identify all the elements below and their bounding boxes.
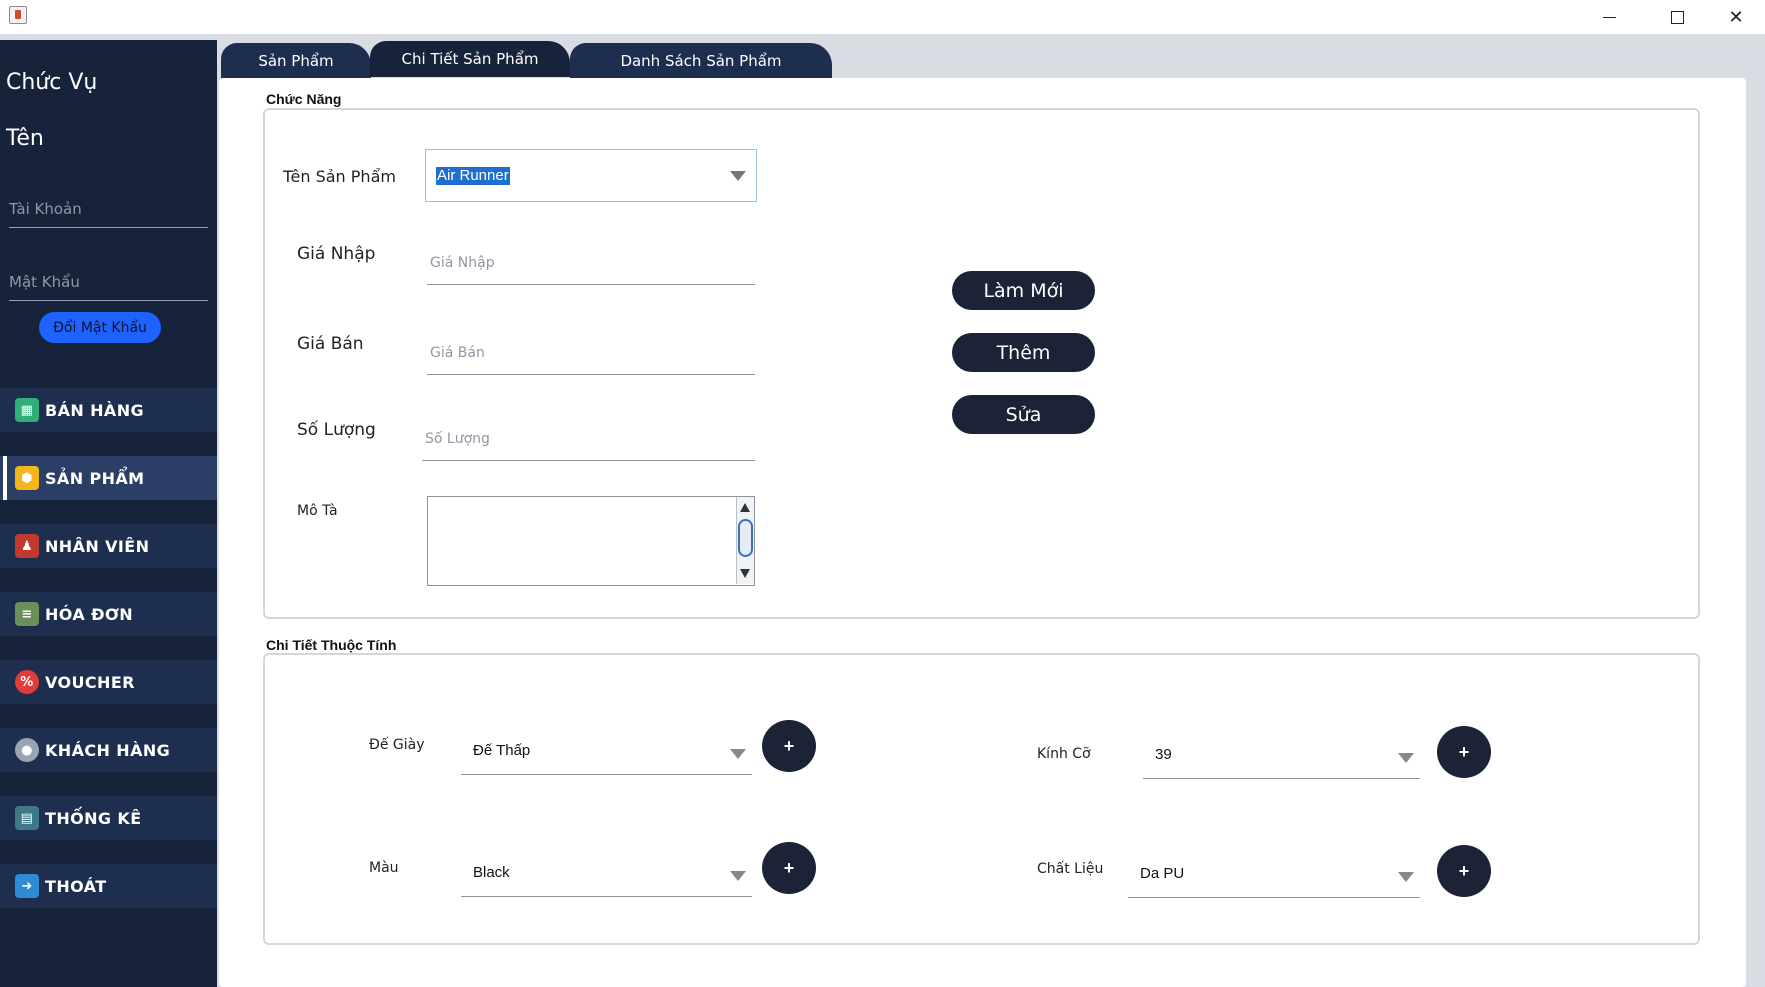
box-icon: ⬢ bbox=[15, 466, 39, 490]
tab-label: Sản Phẩm bbox=[258, 52, 334, 70]
sole-value: Đế Thấp bbox=[473, 742, 531, 759]
sidebar-item-label: THOÁT bbox=[45, 876, 107, 896]
close-icon: ✕ bbox=[1728, 6, 1744, 28]
statistics-icon: ▤ bbox=[15, 806, 39, 830]
size-value: 39 bbox=[1155, 746, 1172, 763]
sidebar-item-nhan-vien[interactable]: ♟ NHÂN VIÊN bbox=[0, 524, 217, 568]
invoice-icon: ≡ bbox=[15, 602, 39, 626]
sidebar-item-label: NHÂN VIÊN bbox=[45, 536, 150, 556]
sale-price-input[interactable]: Giá Bán bbox=[427, 333, 755, 375]
material-combobox[interactable]: Da PU bbox=[1128, 852, 1420, 898]
change-password-button[interactable]: Đổi Mật Khẩu bbox=[39, 312, 161, 343]
add-size-button[interactable]: + bbox=[1437, 726, 1491, 778]
material-label: Chất Liệu bbox=[1037, 861, 1104, 877]
maximize-icon bbox=[1670, 10, 1684, 24]
sidebar-item-label: KHÁCH HÀNG bbox=[45, 740, 171, 760]
sole-label: Đế Giày bbox=[369, 737, 425, 753]
product-name-combobox[interactable]: Air Runner bbox=[425, 149, 757, 202]
sidebar-item-label: SẢN PHẨM bbox=[45, 468, 145, 488]
tab-label: Chi Tiết Sản Phẩm bbox=[401, 50, 539, 68]
description-textarea[interactable] bbox=[427, 496, 755, 586]
import-price-label: Giá Nhập bbox=[297, 244, 376, 264]
sidebar-item-khach-hang[interactable]: ● KHÁCH HÀNG bbox=[0, 728, 217, 772]
tab-san-pham[interactable]: Sản Phẩm bbox=[221, 43, 371, 79]
add-button[interactable]: Thêm bbox=[952, 333, 1095, 372]
minimize-icon bbox=[1602, 16, 1616, 18]
sidebar-item-hoa-don[interactable]: ≡ HÓA ĐƠN bbox=[0, 592, 217, 636]
description-label: Mô Tà bbox=[297, 503, 338, 519]
sale-price-label: Giá Bán bbox=[297, 334, 364, 354]
password-field[interactable]: Mật Khẩu bbox=[9, 263, 208, 301]
sidebar-item-thoat[interactable]: ➜ THOÁT bbox=[0, 864, 217, 908]
chevron-down-icon bbox=[1398, 872, 1414, 882]
scroll-down-icon[interactable] bbox=[740, 569, 750, 578]
color-value: Black bbox=[473, 864, 510, 881]
tab-danh-sach-san-pham[interactable]: Danh Sách Sản Phẩm bbox=[570, 43, 832, 79]
add-color-button[interactable]: + bbox=[762, 842, 816, 894]
add-sole-button[interactable]: + bbox=[762, 720, 816, 772]
refresh-button[interactable]: Làm Mới bbox=[952, 271, 1095, 310]
size-combobox[interactable]: 39 bbox=[1143, 733, 1420, 779]
minimize-button[interactable] bbox=[1580, 0, 1638, 34]
color-combobox[interactable]: Black bbox=[461, 851, 752, 897]
window-title-bar: ✕ bbox=[0, 0, 1765, 34]
exit-icon: ➜ bbox=[15, 874, 39, 898]
user-name-label: Tên bbox=[6, 126, 44, 151]
size-label: Kính Cỡ bbox=[1037, 746, 1091, 762]
sidebar: Chức Vụ Tên Tài Khoản Mật Khẩu Đổi Mật K… bbox=[0, 40, 217, 987]
quantity-label: Số Lượng bbox=[297, 420, 376, 440]
scroll-up-icon[interactable] bbox=[740, 503, 750, 512]
product-name-label: Tên Sản Phẩm bbox=[283, 167, 396, 186]
material-value: Da PU bbox=[1140, 865, 1185, 882]
maximize-button[interactable] bbox=[1648, 0, 1706, 34]
edit-button[interactable]: Sửa bbox=[952, 395, 1095, 434]
sidebar-item-thong-ke[interactable]: ▤ THỐNG KÊ bbox=[0, 796, 217, 840]
scroll-thumb[interactable] bbox=[738, 519, 753, 557]
customer-icon: ● bbox=[15, 738, 39, 762]
quantity-input[interactable]: Số Lượng bbox=[422, 419, 755, 461]
employee-icon: ♟ bbox=[15, 534, 39, 558]
java-app-icon bbox=[9, 6, 27, 24]
attributes-section-title: Chi Tiết Thuộc Tính bbox=[266, 637, 397, 653]
import-price-input[interactable]: Giá Nhập bbox=[427, 243, 755, 285]
store-icon: ▦ bbox=[15, 398, 39, 422]
description-scrollbar[interactable] bbox=[736, 497, 754, 584]
chevron-down-icon bbox=[1398, 753, 1414, 763]
account-field[interactable]: Tài Khoản bbox=[9, 190, 208, 228]
attributes-group-box bbox=[263, 653, 1700, 945]
sidebar-item-ban-hang[interactable]: ▦ BÁN HÀNG bbox=[0, 388, 217, 432]
sidebar-item-label: HÓA ĐƠN bbox=[45, 604, 134, 624]
function-section-title: Chức Năng bbox=[266, 91, 342, 107]
close-button[interactable]: ✕ bbox=[1707, 0, 1765, 34]
chevron-down-icon bbox=[730, 871, 746, 881]
role-label: Chức Vụ bbox=[6, 70, 98, 95]
sidebar-item-label: THỐNG KÊ bbox=[45, 808, 142, 828]
sidebar-item-label: BÁN HÀNG bbox=[45, 400, 145, 420]
chevron-down-icon bbox=[730, 171, 746, 181]
tab-label: Danh Sách Sản Phẩm bbox=[620, 52, 782, 70]
chevron-down-icon bbox=[730, 749, 746, 759]
sidebar-item-voucher[interactable]: % VOUCHER bbox=[0, 660, 217, 704]
tab-chi-tiet-san-pham[interactable]: Chi Tiết Sản Phẩm bbox=[370, 41, 570, 77]
sole-combobox[interactable]: Đế Thấp bbox=[461, 729, 752, 775]
sidebar-item-label: VOUCHER bbox=[45, 672, 135, 692]
sidebar-item-san-pham[interactable]: ⬢ SẢN PHẨM bbox=[0, 456, 217, 500]
product-name-value: Air Runner bbox=[436, 167, 510, 185]
color-label: Màu bbox=[369, 860, 399, 876]
add-material-button[interactable]: + bbox=[1437, 845, 1491, 897]
voucher-icon: % bbox=[15, 670, 39, 694]
